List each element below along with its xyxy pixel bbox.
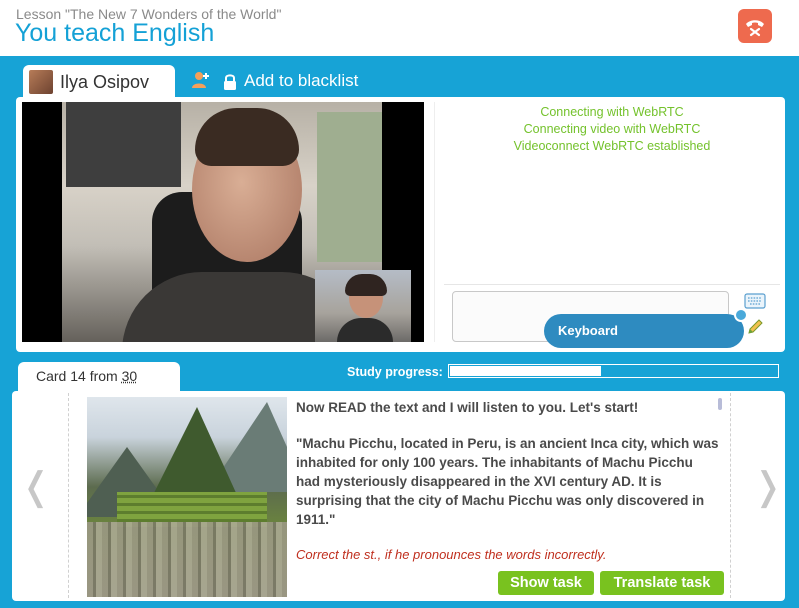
page-title: You teach English (15, 19, 215, 47)
connection-log-line: Connecting with WebRTC (540, 105, 684, 119)
user-name: Ilya Osipov (60, 72, 150, 92)
show-task-button[interactable]: Show task (498, 571, 594, 595)
card-edge (730, 393, 731, 598)
divider (434, 102, 435, 342)
avatar (29, 70, 53, 94)
study-progress-bar (448, 364, 779, 378)
keyboard-tooltip-pointer (734, 308, 748, 322)
add-contact-icon (192, 72, 209, 88)
blacklist-label: Add to blacklist (244, 71, 359, 90)
lock-icon (224, 73, 236, 90)
self-video (315, 270, 411, 342)
card-counter: Card 14 from 30 (36, 368, 137, 384)
card-total-link[interactable]: 30 (122, 368, 138, 384)
connection-log-line: Videoconnect WebRTC established (513, 139, 711, 153)
study-progress-label: Study progress: (347, 365, 443, 379)
card-counter-prefix: Card 14 from (36, 368, 118, 384)
card-tab: Card 14 from 30 (18, 362, 180, 392)
user-tab[interactable]: Ilya Osipov (23, 65, 175, 99)
background-wall (317, 112, 382, 262)
person-hair (195, 108, 299, 166)
pencil-button[interactable] (746, 318, 764, 336)
phone-hangup-icon (746, 20, 764, 37)
translate-task-button[interactable]: Translate task (600, 571, 724, 595)
card-text: Now READ the text and I will listen to y… (296, 398, 720, 566)
add-contact-button[interactable] (190, 70, 210, 90)
end-call-button[interactable] (738, 9, 772, 43)
card-passage: "Machu Picchu, located in Peru, is an an… (296, 436, 719, 527)
pencil-icon (748, 319, 763, 334)
card-edge (68, 393, 69, 598)
next-card-arrow[interactable]: ❭ (752, 468, 784, 506)
connection-log: Connecting with WebRTC Connecting video … (444, 104, 780, 284)
card-text-scrollbar[interactable] (718, 398, 722, 410)
keyboard-tooltip-label: Keyboard (558, 323, 618, 338)
self-hair (345, 274, 387, 296)
previous-card-arrow[interactable]: ❬ (20, 468, 52, 506)
card-instruction: Now READ the text and I will listen to y… (296, 400, 639, 415)
study-progress-fill (450, 366, 601, 376)
self-body (337, 318, 393, 342)
background-blinds (66, 102, 181, 187)
connection-log-line: Connecting video with WebRTC (523, 122, 701, 136)
machu-picchu-image (87, 397, 287, 597)
keyboard-icon (744, 293, 766, 309)
keyboard-tooltip[interactable]: Keyboard (544, 314, 744, 348)
add-to-blacklist-button[interactable]: Add to blacklist (223, 70, 358, 92)
header: Lesson "The New 7 Wonders of the World" … (0, 0, 799, 56)
divider (444, 284, 780, 285)
keyboard-button[interactable] (744, 292, 766, 310)
teacher-note: Correct the st., if he pronounces the wo… (296, 547, 607, 562)
ruins (87, 522, 287, 597)
